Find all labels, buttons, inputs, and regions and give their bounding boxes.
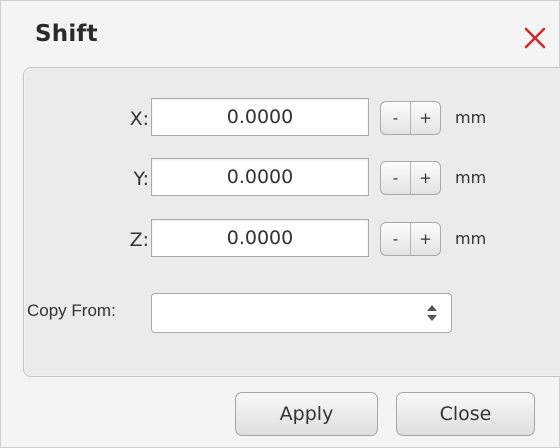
close-button[interactable]: Close (396, 392, 535, 436)
x-unit: mm (455, 108, 487, 127)
y-input[interactable] (151, 158, 369, 196)
y-increment-button[interactable]: + (411, 162, 440, 194)
y-stepper: - + (380, 161, 441, 195)
y-unit: mm (455, 168, 487, 187)
y-label: Y: (133, 168, 149, 190)
y-decrement-button[interactable]: - (381, 162, 411, 194)
x-increment-button[interactable]: + (411, 102, 440, 134)
shift-dialog: Shift X: - + mm Y: - + mm Z: - + mm Copy… (0, 0, 560, 448)
z-unit: mm (455, 229, 487, 248)
close-icon[interactable] (522, 25, 548, 51)
up-down-arrows-icon (426, 304, 438, 322)
copy-from-label: Copy From: (27, 301, 116, 320)
x-label: X: (129, 108, 149, 130)
z-decrement-button[interactable]: - (381, 223, 411, 255)
z-stepper: - + (380, 222, 441, 256)
z-increment-button[interactable]: + (411, 223, 440, 255)
z-label: Z: (129, 229, 149, 251)
x-decrement-button[interactable]: - (381, 102, 411, 134)
x-input[interactable] (151, 98, 369, 136)
x-stepper: - + (380, 101, 441, 135)
dialog-title: Shift (35, 21, 98, 47)
copy-from-select[interactable] (151, 293, 452, 333)
z-input[interactable] (151, 219, 369, 257)
apply-button[interactable]: Apply (235, 392, 378, 436)
